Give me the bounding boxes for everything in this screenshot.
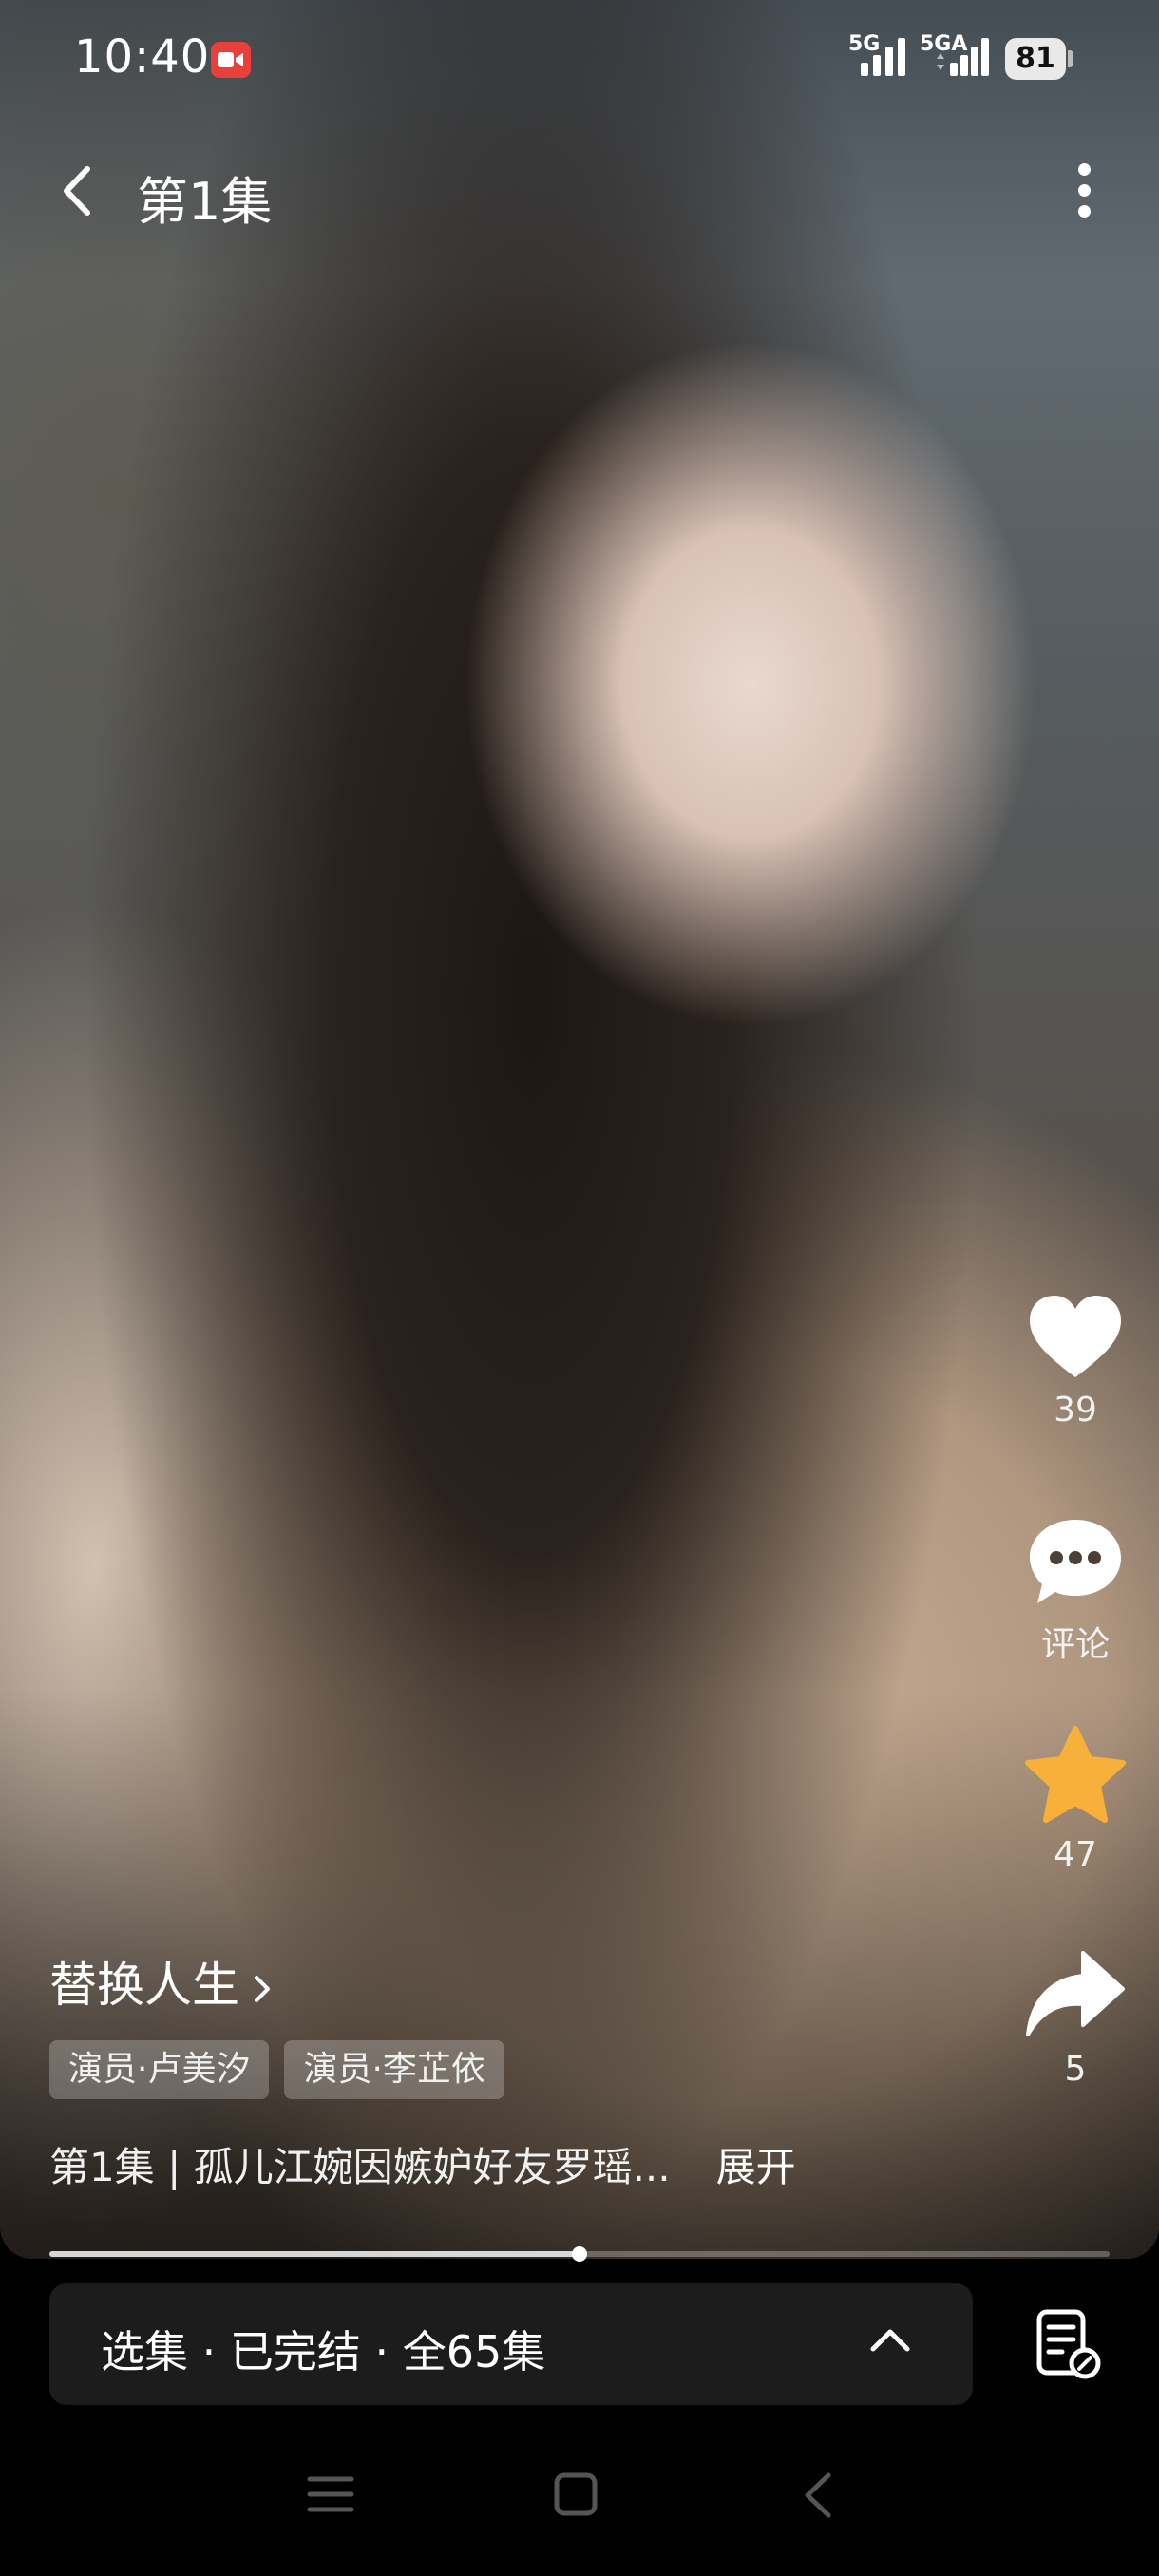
comment-icon [1030, 1520, 1121, 1603]
share-button[interactable]: 5 [1007, 1947, 1144, 2089]
battery-icon: 81 [1005, 38, 1066, 80]
favorite-count: 47 [1054, 1835, 1097, 1874]
progress-fill [49, 2251, 580, 2257]
chevron-right-icon [255, 1975, 270, 2002]
more-vertical-icon [1078, 163, 1091, 176]
synopsis: 第1集 | 孤儿江婉因嫉妒好友罗瑶... 展开 [49, 2135, 999, 2193]
comment-button[interactable]: 评论 [1007, 1514, 1144, 1666]
chevron-left-icon [64, 166, 90, 216]
favorite-button[interactable]: 47 [1007, 1725, 1144, 1874]
back-icon[interactable] [800, 2472, 838, 2519]
episode-selector[interactable]: 选集 · 已完结 · 全65集 [49, 2283, 973, 2405]
progress-thumb[interactable] [572, 2246, 587, 2262]
share-count: 5 [1064, 2050, 1087, 2089]
video-player[interactable] [0, 0, 1159, 2259]
status-time: 10:40 [74, 30, 211, 84]
more-vertical-icon-dot [1078, 205, 1091, 218]
screen-record-icon [211, 42, 251, 78]
heart-icon [1030, 1296, 1121, 1377]
drama-title-link[interactable]: 替换人生 [49, 1947, 274, 2016]
home-icon[interactable] [553, 2472, 598, 2517]
expand-button[interactable]: 展开 [716, 2144, 796, 2190]
signal-icon [861, 38, 905, 76]
battery-tip [1068, 50, 1074, 67]
episode-title: 第1集 [137, 172, 273, 232]
status-bar: 10:40 5G 5GA 81 [0, 0, 1159, 114]
back-button[interactable] [49, 152, 106, 228]
signal-icon-2 [937, 38, 989, 76]
actor-tag[interactable]: 演员·李芷依 [284, 2040, 504, 2099]
star-icon [1025, 1726, 1126, 1823]
actor-tags: 演员·卢美汐 演员·李芷依 [49, 2040, 520, 2099]
more-vertical-icon-dot [1078, 184, 1091, 197]
episode-list-icon[interactable] [1032, 2308, 1104, 2382]
episode-selector-label: 选集 · 已完结 · 全65集 [101, 2326, 546, 2377]
actor-tag[interactable]: 演员·卢美汐 [49, 2040, 270, 2099]
like-button[interactable]: 39 [1007, 1292, 1144, 1430]
chevron-up-icon [870, 2329, 910, 2352]
synopsis-text: 第1集 | 孤儿江婉因嫉妒好友罗瑶... [49, 2144, 671, 2190]
share-icon [1026, 1951, 1125, 2036]
more-button[interactable] [1062, 152, 1108, 228]
comment-label: 评论 [1040, 1625, 1110, 1664]
progress-bar[interactable] [49, 2246, 1110, 2262]
menu-icon[interactable] [306, 2472, 355, 2517]
drama-title: 替换人生 [49, 1958, 239, 2013]
like-count: 39 [1054, 1391, 1097, 1430]
